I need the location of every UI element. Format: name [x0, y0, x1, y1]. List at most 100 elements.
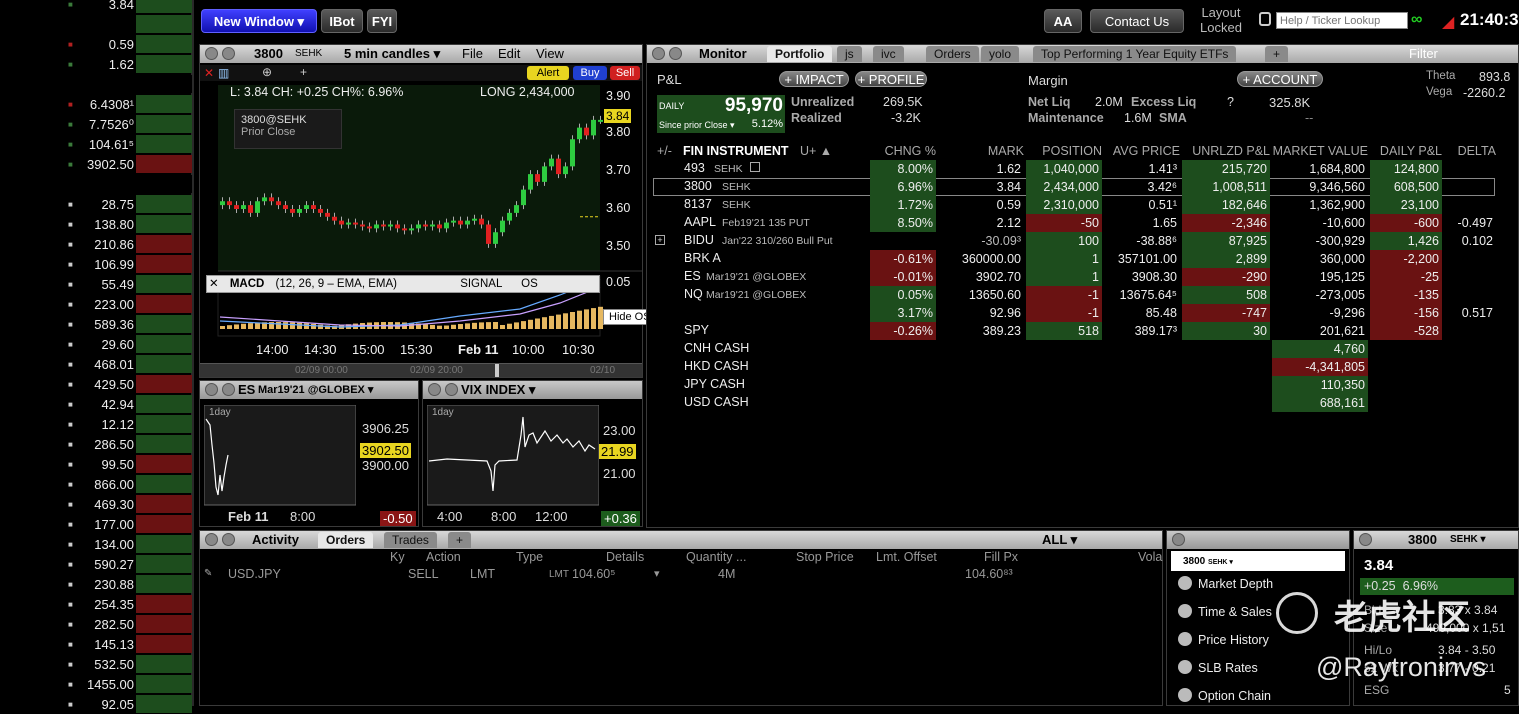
- contact-us-button[interactable]: Contact Us: [1090, 9, 1184, 33]
- monitor-tab[interactable]: Top Performing 1 Year Equity ETFs: [1033, 46, 1237, 62]
- watchlist-row[interactable]: ■ 590.27: [0, 554, 194, 574]
- watchlist-row[interactable]: ■ 429.50: [0, 374, 194, 394]
- all-dropdown[interactable]: ALL ▾: [1042, 532, 1077, 548]
- watchlist-row[interactable]: ■ 0.59: [0, 34, 194, 54]
- crosshair-icon[interactable]: +: [300, 65, 307, 79]
- column-header[interactable]: DELTA: [1444, 144, 1496, 158]
- detach-icon[interactable]: [222, 533, 235, 546]
- portfolio-row[interactable]: [653, 376, 1495, 394]
- vix-title[interactable]: VIX INDEX ▾: [461, 382, 535, 398]
- monitor-tab[interactable]: Orders: [926, 46, 979, 62]
- activity-column-header[interactable]: Quantity ...: [686, 550, 746, 564]
- watchlist-row[interactable]: ■ 12.12: [0, 414, 194, 434]
- macd-close-icon[interactable]: ✕: [209, 278, 219, 290]
- tool-item[interactable]: Option Chain: [1178, 688, 1271, 703]
- watchlist-row[interactable]: [0, 174, 194, 194]
- monitor-tab[interactable]: yolo: [981, 46, 1020, 62]
- column-header[interactable]: FIN INSTRUMENT: [683, 144, 789, 158]
- activity-column-header[interactable]: Lmt. Offset: [876, 550, 937, 564]
- column-header[interactable]: AVG PRICE: [1104, 144, 1180, 158]
- tools-symbol-box[interactable]: 3800 SEHK ▾: [1171, 551, 1345, 571]
- tool-item[interactable]: SLB Rates: [1178, 660, 1258, 675]
- watchlist-row[interactable]: [0, 14, 194, 34]
- account-button[interactable]: + ACCOUNT: [1237, 71, 1323, 87]
- close-icon[interactable]: [428, 383, 441, 396]
- portfolio-row[interactable]: [653, 394, 1495, 412]
- watchlist-row[interactable]: ■ 29.60: [0, 334, 194, 354]
- close-icon[interactable]: [205, 47, 218, 60]
- menu-file[interactable]: File: [462, 46, 483, 61]
- detach-icon[interactable]: [222, 47, 235, 60]
- column-header[interactable]: +/-: [657, 144, 672, 158]
- activity-column-header[interactable]: Type: [516, 550, 543, 564]
- monitor-tab[interactable]: ivc: [873, 46, 904, 62]
- fyi-button[interactable]: FYI: [367, 9, 397, 33]
- order-symbol[interactable]: USD.JPY: [228, 567, 281, 581]
- detach-icon[interactable]: [222, 383, 235, 396]
- watchlist-row[interactable]: ■ 469.30: [0, 494, 194, 514]
- watchlist-row[interactable]: ■ 282.50: [0, 614, 194, 634]
- watchlist-row[interactable]: ■ 3.84: [0, 0, 194, 14]
- activity-column-header[interactable]: Details: [606, 550, 644, 564]
- watchlist-row[interactable]: ■ 254.35: [0, 594, 194, 614]
- sell-button[interactable]: Sell: [610, 66, 640, 80]
- link-icon[interactable]: ∞: [1411, 11, 1422, 29]
- market-data-icon[interactable]: ◢: [1442, 12, 1456, 31]
- bar-type-icon[interactable]: ▥: [218, 66, 229, 80]
- column-header[interactable]: U+ ▲: [800, 144, 832, 158]
- column-header[interactable]: POSITION: [1026, 144, 1102, 158]
- watchlist-row[interactable]: ■ 99.50: [0, 454, 194, 474]
- menu-view[interactable]: View: [536, 46, 564, 61]
- watchlist-row[interactable]: [0, 74, 194, 94]
- tool-item[interactable]: Price History: [1178, 632, 1269, 647]
- column-header[interactable]: MARKET VALUE: [1272, 144, 1368, 158]
- activity-tab[interactable]: +: [448, 532, 472, 548]
- excess-help-icon[interactable]: ?: [1227, 95, 1234, 109]
- column-header[interactable]: DAILY P&L: [1370, 144, 1442, 158]
- chart-symbol[interactable]: 3800: [254, 46, 283, 61]
- watchlist-row[interactable]: ■ 106.99: [0, 254, 194, 274]
- impact-button[interactable]: + IMPACT: [779, 71, 849, 87]
- quote-exchange[interactable]: SEHK ▾: [1450, 534, 1486, 545]
- watchlist-row[interactable]: ■ 866.00: [0, 474, 194, 494]
- menu-edit[interactable]: Edit: [498, 46, 520, 61]
- activity-column-header[interactable]: Vola: [1138, 550, 1162, 564]
- lock-icon[interactable]: [1259, 12, 1271, 26]
- watchlist-row[interactable]: ■ 104.61⁵: [0, 134, 194, 154]
- tool-item[interactable]: Time & Sales: [1178, 604, 1272, 619]
- tool-item[interactable]: Market Depth: [1178, 576, 1273, 591]
- detach-icon[interactable]: [669, 47, 682, 60]
- watchlist-row[interactable]: ■ 138.80: [0, 214, 194, 234]
- watchlist-row[interactable]: ■ 177.00: [0, 514, 194, 534]
- monitor-tab[interactable]: js: [837, 46, 862, 62]
- watchlist-row[interactable]: ■ 223.00: [0, 294, 194, 314]
- watchlist-row[interactable]: ■ 1455.00: [0, 674, 194, 694]
- close-tool-icon[interactable]: ✕: [204, 66, 214, 80]
- scroll-thumb[interactable]: [495, 364, 499, 377]
- watchlist-row[interactable]: ■ 42.94: [0, 394, 194, 414]
- column-header[interactable]: MARK: [938, 144, 1024, 158]
- activity-tab[interactable]: Trades: [384, 532, 437, 548]
- watchlist-row[interactable]: ■ 145.13: [0, 634, 194, 654]
- watchlist-row[interactable]: ■ 28.75: [0, 194, 194, 214]
- watchlist-row[interactable]: ■ 286.50: [0, 434, 194, 454]
- es-contract[interactable]: Mar19'21 @GLOBEX ▾: [258, 383, 373, 396]
- close-icon[interactable]: [652, 47, 665, 60]
- monitor-tab[interactable]: Portfolio: [767, 46, 833, 62]
- watchlist-row[interactable]: ■ 589.36: [0, 314, 194, 334]
- activity-column-header[interactable]: Fill Px: [984, 550, 1018, 564]
- activity-column-header[interactable]: Stop Price: [796, 550, 854, 564]
- filter-button[interactable]: Filter: [1409, 46, 1438, 61]
- buy-button[interactable]: Buy: [573, 66, 607, 80]
- es-title[interactable]: ES: [238, 382, 255, 397]
- since-dropdown[interactable]: Since prior Close ▾: [659, 120, 735, 131]
- watchlist-row[interactable]: ■ 532.50: [0, 654, 194, 674]
- watchlist-row[interactable]: ■ 210.86: [0, 234, 194, 254]
- portfolio-row[interactable]: [653, 358, 1495, 376]
- notes-icon[interactable]: [750, 162, 760, 172]
- close-icon[interactable]: [205, 383, 218, 396]
- watchlist-row[interactable]: ■ 134.00: [0, 534, 194, 554]
- alert-button[interactable]: Alert: [527, 66, 569, 80]
- watchlist-row[interactable]: ■ 6.4308¹: [0, 94, 194, 114]
- zoom-in-icon[interactable]: ⊕: [262, 65, 272, 79]
